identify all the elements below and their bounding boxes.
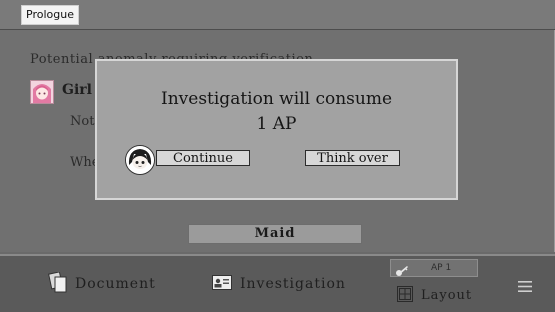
top-bar [0,0,555,31]
ap-counter: AP 1 [390,259,478,277]
speaker-name: Girl [62,82,92,98]
document-icon[interactable] [48,271,68,294]
investigation-tab[interactable]: Investigation [240,276,346,292]
character-portrait-icon [125,145,155,175]
dialog-cost: 1 AP [256,114,297,134]
dialog-title: Investigation will consume [160,89,393,109]
document-tab[interactable]: Document [75,276,156,292]
key-icon [395,262,409,276]
ap-value: AP 1 [431,263,452,273]
chapter-label: Prologue [21,5,79,25]
continue-button[interactable]: Continue [156,150,250,166]
confirm-dialog: Investigation will consume 1 AP Continue… [95,59,458,200]
id-card-icon[interactable] [212,275,232,290]
maid-choice-button[interactable]: Maid [188,224,362,244]
girl-avatar-icon [30,80,54,104]
log-line: Not [70,114,95,129]
hamburger-menu-icon[interactable] [518,277,532,292]
layout-tab[interactable]: Layout [421,288,472,303]
layout-icon[interactable] [397,286,413,302]
think-over-button[interactable]: Think over [305,150,400,166]
